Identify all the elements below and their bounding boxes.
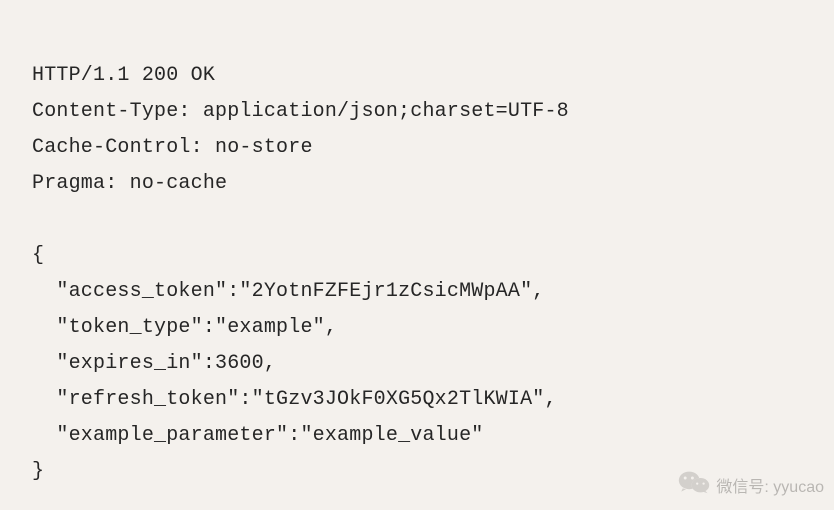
wechat-icon [678,469,710,500]
header-line: Cache-Control: no-store [32,136,313,159]
json-value-access-token: 2YotnFZFEjr1zCsicMWpAA [252,280,520,303]
json-value-expires-in: 3600 [215,352,264,375]
status-line: HTTP/1.1 200 OK [32,64,215,87]
header-line: Pragma: no-cache [32,172,227,195]
json-value-token-type: example [227,316,312,339]
json-value-refresh-token: tGzv3JOkF0XG5Qx2TlKWIA [264,388,532,411]
http-response-block: HTTP/1.1 200 OK Content-Type: applicatio… [0,20,834,510]
json-value-example-parameter: example_value [313,424,472,447]
watermark-text: 微信号: yyucao [716,473,824,497]
header-line: Content-Type: application/json;charset=U… [32,100,569,123]
watermark: 微信号: yyucao [678,469,824,500]
